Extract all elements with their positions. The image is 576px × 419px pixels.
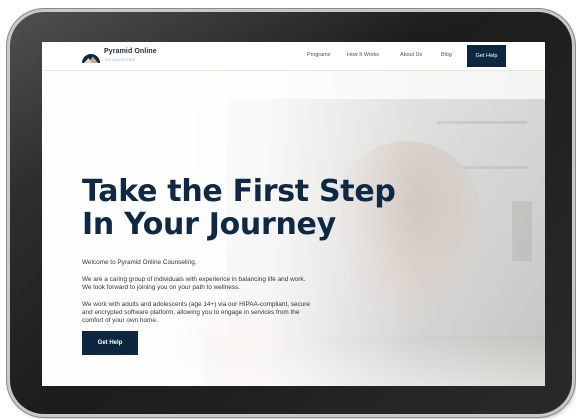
pyramid-logo-icon[interactable] <box>81 48 101 64</box>
hero-services-line-2: and encrypted software platform, allowin… <box>82 309 300 316</box>
nav-get-help-button[interactable]: Get Help <box>467 45 506 67</box>
site-header: Pyramid Online COUNSELING Programs How I… <box>42 42 545 71</box>
hero-welcome-text: Welcome to Pyramid Online Counseling. <box>82 259 197 266</box>
hero-services-paragraph: We work with adults and adolescents (age… <box>82 301 382 325</box>
hero-intro-paragraph: We are a caring group of individuals wit… <box>82 276 382 292</box>
brand-name[interactable]: Pyramid Online <box>104 48 157 55</box>
nav-link-how-it-works[interactable]: How It Works <box>347 52 379 58</box>
brand-tagline: COUNSELING <box>105 56 136 62</box>
nav-link-about-us[interactable]: About Us <box>400 52 422 58</box>
hero-intro-line-2: We look forward to joining you on your p… <box>82 284 240 291</box>
tablet-screen: Take the First Step In Your Journey Welc… <box>42 42 545 386</box>
hero-title-line-1: Take the First Step <box>82 174 396 209</box>
hero-services-line-3: comfort of your own home. <box>82 317 158 324</box>
hero-title-line-2: In Your Journey <box>82 207 336 242</box>
nav-link-programs[interactable]: Programs <box>307 52 330 58</box>
hero-title: Take the First Step In Your Journey <box>82 175 412 241</box>
nav-link-blog[interactable]: Blog <box>441 52 452 58</box>
hero-section: Take the First Step In Your Journey Welc… <box>42 71 545 386</box>
hero-services-line-1: We work with adults and adolescents (age… <box>82 301 310 308</box>
hero-intro-line-1: We are a caring group of individuals wit… <box>82 276 306 283</box>
hero-get-help-button[interactable]: Get Help <box>82 331 138 355</box>
